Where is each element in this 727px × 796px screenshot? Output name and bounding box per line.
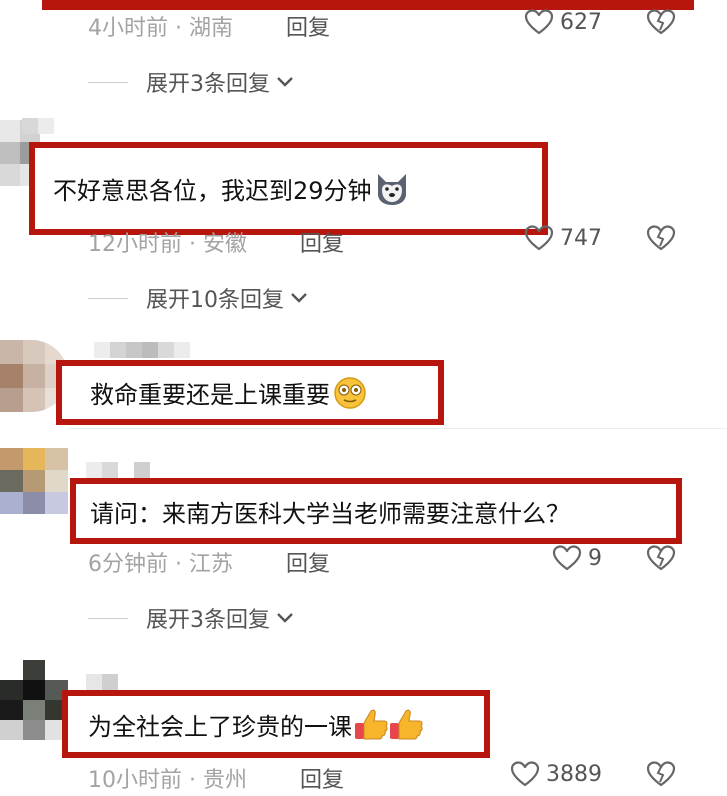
dislike-icon — [646, 9, 676, 35]
dazed-face-emoji — [332, 376, 368, 410]
chevron-down-icon — [276, 76, 294, 88]
avatar[interactable] — [0, 660, 68, 740]
comment-text: 不好意思各位，我迟到29分钟 — [53, 177, 372, 205]
like-button[interactable]: 627 — [524, 8, 602, 36]
dislike-icon — [646, 225, 676, 251]
expand-divider-line — [88, 617, 128, 619]
chevron-down-icon — [276, 612, 294, 624]
comment-meta: 12小时前 · 安徽 — [88, 232, 247, 257]
like-count: 3889 — [546, 761, 602, 787]
expand-replies[interactable]: 展开3条回复 — [88, 66, 294, 98]
username-blurred — [22, 118, 54, 134]
dislike-button[interactable] — [646, 224, 676, 256]
dislike-button[interactable] — [646, 544, 676, 576]
heart-icon — [524, 9, 554, 35]
expand-replies[interactable]: 展开3条回复 — [88, 602, 294, 634]
like-count: 747 — [560, 225, 602, 251]
heart-icon — [552, 545, 582, 571]
dislike-button[interactable] — [646, 760, 676, 792]
dislike-icon — [646, 545, 676, 571]
comment-meta: 6分钟前 · 江苏 — [88, 552, 233, 577]
expand-replies[interactable]: 展开10条回复 — [88, 282, 308, 314]
reply-button[interactable]: 回复 — [300, 762, 344, 794]
reply-button[interactable]: 回复 — [300, 226, 344, 258]
username-blurred — [86, 674, 118, 690]
expand-replies-label: 展开10条回复 — [146, 288, 284, 313]
comment-text: 请问：来南方医科大学当老师需要注意什么？ — [90, 499, 570, 528]
like-button[interactable]: 747 — [524, 224, 602, 252]
comment-divider — [68, 428, 727, 429]
dislike-button[interactable] — [646, 8, 676, 40]
highlighted-comment: 为全社会上了珍贵的一课 — [62, 690, 490, 758]
heart-icon — [524, 225, 554, 251]
dislike-icon — [646, 761, 676, 787]
like-count: 9 — [588, 545, 602, 571]
username-blurred — [94, 342, 190, 358]
chevron-down-icon — [290, 292, 308, 304]
highlighted-comment: 请问：来南方医科大学当老师需要注意什么？ — [70, 478, 682, 544]
comment-meta: 4小时前 · 湖南 — [88, 16, 233, 41]
reply-button[interactable]: 回复 — [286, 546, 330, 578]
username-blurred — [86, 462, 150, 478]
comment-text: 为全社会上了珍贵的一课 — [88, 712, 352, 741]
heart-icon — [510, 761, 540, 787]
like-button[interactable]: 9 — [552, 544, 602, 572]
expand-replies-label: 展开3条回复 — [146, 72, 270, 97]
highlighted-comment: 不好意思各位，我迟到29分钟 — [29, 142, 548, 235]
husky-emoji — [374, 172, 410, 206]
comment-meta: 10小时前 · 贵州 — [88, 768, 247, 793]
thumbs-up-emoji — [354, 707, 424, 741]
expand-divider-line — [88, 297, 128, 299]
avatar[interactable] — [0, 448, 68, 514]
expand-divider-line — [88, 81, 128, 83]
expand-replies-label: 展开3条回复 — [146, 608, 270, 633]
like-count: 627 — [560, 9, 602, 35]
comment-text: 救命重要还是上课重要 — [90, 381, 330, 409]
highlighted-comment: 救命重要还是上课重要 — [56, 360, 444, 425]
reply-button[interactable]: 回复 — [286, 10, 330, 42]
like-button[interactable]: 3889 — [510, 760, 602, 788]
